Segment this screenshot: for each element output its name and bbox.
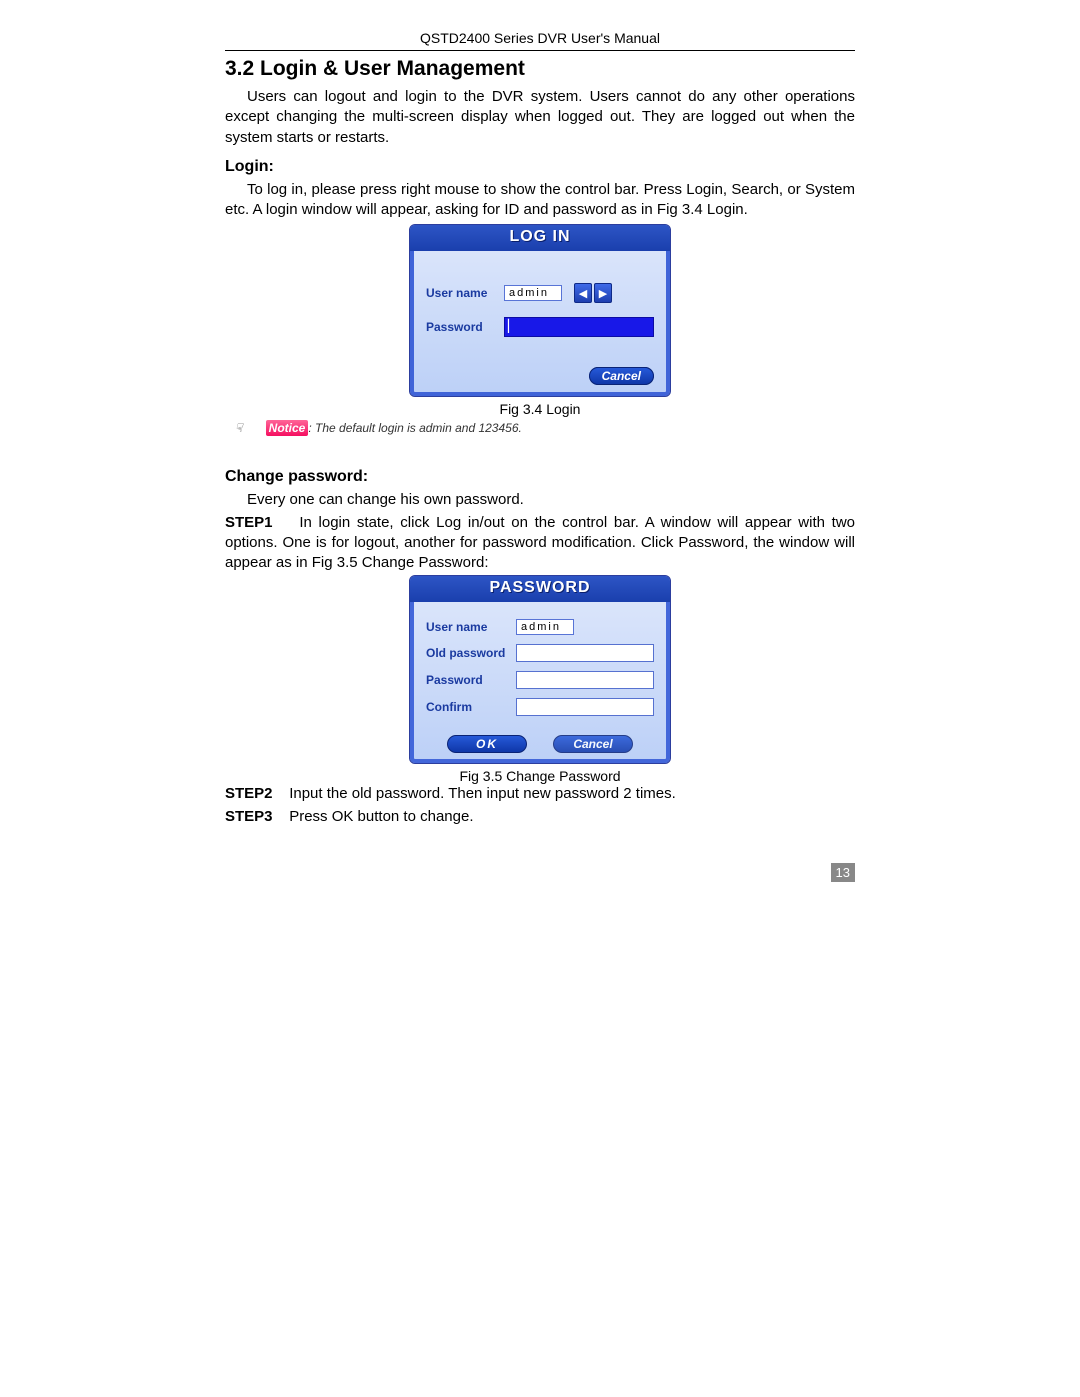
notice-line: ☟ Notice: The default login is admin and… [225,421,855,435]
cursor-icon: ▏ [508,319,517,333]
change-intro: Every one can change his own password. [225,490,855,510]
login-user-value[interactable]: admin [504,285,562,301]
step1-label: STEP1 [225,514,273,531]
login-password-label: Password [426,320,504,334]
section-heading: 3.2 Login & User Management [225,57,855,81]
login-password-input[interactable]: ▏ [504,317,654,337]
running-header: QSTD2400 Series DVR User's Manual [225,30,855,51]
new-password-input[interactable] [516,671,654,689]
change-password-heading: Change password: [225,468,855,486]
pw-user-label: User name [426,620,516,634]
hand-icon: ☟ [235,421,242,435]
notice-text: : The default login is admin and 123456. [308,421,521,435]
login-paragraph: To log in, please press right mouse to s… [225,180,855,221]
step2-label: STEP2 [225,785,273,802]
page-number: 13 [831,863,855,882]
new-password-label: Password [426,673,516,687]
step3-text: Press OK button to change. [289,808,473,825]
pw-ok-button[interactable]: OK [447,735,527,753]
password-dialog-title: PASSWORD [410,576,670,602]
old-password-label: Old password [426,646,516,660]
user-next-icon[interactable]: ▶ [594,283,612,303]
login-dialog-title: LOG IN [410,225,670,251]
fig-3-5-caption: Fig 3.5 Change Password [225,768,855,784]
password-dialog: PASSWORD User name admin Old password Pa… [409,575,671,764]
login-cancel-button[interactable]: Cancel [589,367,654,385]
step3-label: STEP3 [225,808,273,825]
confirm-password-input[interactable] [516,698,654,716]
login-heading: Login: [225,158,855,176]
pw-cancel-button[interactable]: Cancel [553,735,633,753]
intro-paragraph: Users can logout and login to the DVR sy… [225,87,855,148]
step1-text: In login state, click Log in/out on the … [225,514,855,572]
step2: STEP2 Input the old password. Then input… [225,784,855,804]
step2-text: Input the old password. Then input new p… [289,785,676,802]
pw-user-value[interactable]: admin [516,619,574,635]
notice-label: Notice [266,420,309,436]
fig-3-4-caption: Fig 3.4 Login [225,401,855,417]
login-dialog: LOG IN User name admin ◀ ▶ Password ▏ Ca… [409,224,671,397]
user-prev-icon[interactable]: ◀ [574,283,592,303]
step3: STEP3 Press OK button to change. [225,807,855,827]
step1: STEP1 In login state, click Log in/out o… [225,513,855,574]
old-password-input[interactable] [516,644,654,662]
confirm-password-label: Confirm [426,700,516,714]
login-user-label: User name [426,286,504,300]
